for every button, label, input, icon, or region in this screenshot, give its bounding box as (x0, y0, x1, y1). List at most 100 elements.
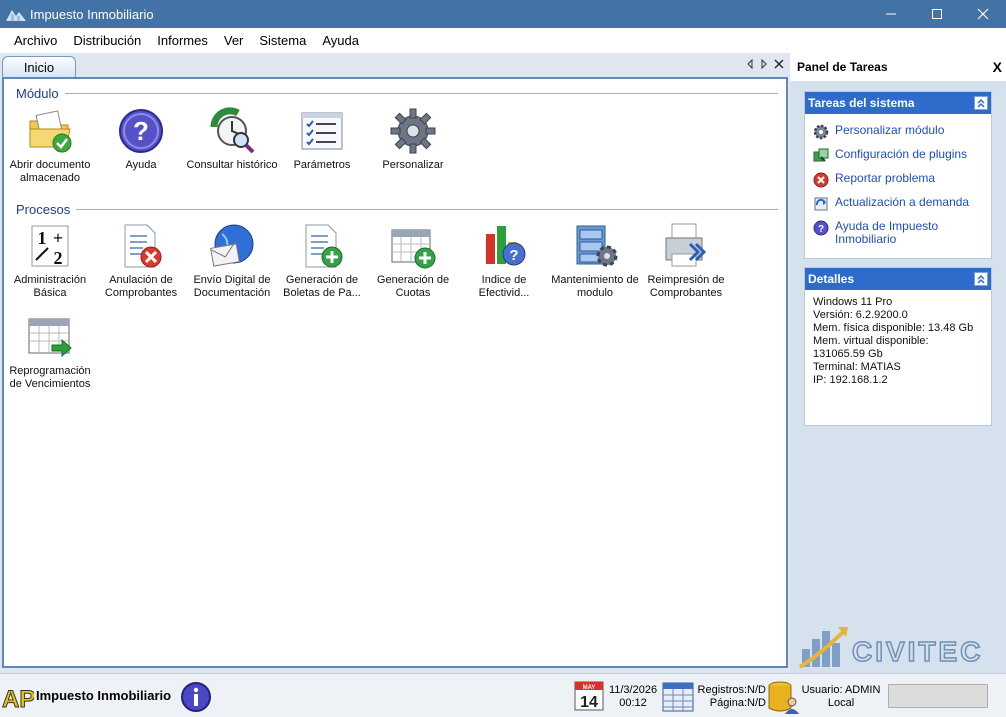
tile-administracion-basica[interactable]: 1 + 2 Administración Básica (4, 222, 96, 300)
tile-parametros[interactable]: Parámetros (276, 107, 368, 172)
update-icon (814, 197, 828, 211)
tile-anulacion-comprobantes[interactable]: Anulación de Comprobantes (95, 222, 187, 300)
tile-ayuda[interactable]: ? Ayuda (95, 107, 187, 172)
tile-label: Generación de Cuotas (376, 274, 450, 299)
document-add-icon (305, 224, 343, 268)
detalles-title: Detalles (808, 272, 855, 286)
task-panel: Panel de Tareas X Tareas del sistema Per… (790, 53, 1006, 673)
tile-mantenimiento-modulo[interactable]: Mantenimiento de modulo (549, 222, 641, 300)
history-clock-icon (210, 107, 255, 154)
tile-label: Mantenimiento de modulo (551, 274, 639, 299)
task-label: Reportar problema (835, 171, 936, 185)
section-modulo: Módulo (16, 85, 778, 101)
status-usuario: Usuario: ADMIN (801, 684, 881, 696)
task-panel-header: Panel de Tareas X (790, 53, 1006, 81)
close-window-button[interactable] (960, 0, 1006, 28)
tab-strip: Inicio (0, 55, 790, 78)
tile-label: Generación de Boletas de Pa... (283, 274, 361, 299)
calendar-day: 14 (580, 694, 598, 711)
svg-text:?: ? (509, 247, 518, 264)
status-records: Registros:N/D Página:N/D (694, 684, 766, 710)
status-ubicacion: Local (827, 697, 855, 709)
collapse-icon[interactable] (974, 96, 988, 110)
tile-label: Envío Digital de Documentación (193, 274, 271, 299)
info-icon[interactable] (180, 681, 212, 713)
menu-sistema[interactable]: Sistema (251, 28, 314, 53)
tile-envio-digital[interactable]: Envío Digital de Documentación (186, 222, 278, 300)
api-logo-text: APi (2, 686, 34, 712)
divider (76, 208, 778, 210)
printer-icon (665, 223, 707, 267)
task-personalizar-modulo[interactable]: Personalizar módulo (805, 120, 991, 144)
tareas-title: Tareas del sistema (808, 96, 915, 110)
document-area: Inicio Módulo Abrir documento almacenado (0, 53, 790, 673)
detalles-box-header[interactable]: Detalles (805, 268, 991, 290)
detail-virtual-memory-label: Mem. virtual disponible: (813, 335, 929, 347)
status-bar: APi Impuesto Inmobiliario MAY 14 11/3/20… (0, 673, 1006, 717)
calendar-icon: MAY 14 (574, 681, 604, 711)
tile-reprogramacion-vencimientos[interactable]: Reprogramación de Vencimientos (4, 313, 96, 391)
task-label: Ayuda de Impuesto Inmobiliario (835, 219, 939, 246)
task-label: Personalizar módulo (835, 123, 945, 137)
task-panel-title: Panel de Tareas (797, 60, 888, 74)
status-progress-box (888, 684, 988, 708)
tile-abrir-documento[interactable]: Abrir documento almacenado (4, 107, 96, 185)
tab-scroll-left-icon[interactable] (746, 59, 754, 69)
details-text: Windows 11 Pro Versión: 6.2.9200.0 Mem. … (805, 290, 991, 393)
tile-indice-efectividad[interactable]: ? Indice de Efectivid... (458, 222, 550, 300)
task-reportar-problema[interactable]: Reportar problema (805, 168, 991, 192)
numbers-icon: 1 + 2 (31, 225, 69, 268)
tab-inicio[interactable]: Inicio (2, 56, 76, 78)
help-icon: ? (119, 109, 163, 153)
status-registros: Registros:N/D (697, 684, 766, 696)
calendar-add-icon (391, 229, 436, 269)
tile-reimpresion-comprobantes[interactable]: Reimpresión de Comprobantes (640, 222, 732, 300)
tile-generacion-cuotas[interactable]: Generación de Cuotas (367, 222, 459, 300)
svg-text:2: 2 (54, 248, 63, 268)
tile-generacion-boletas[interactable]: Generación de Boletas de Pa... (276, 222, 368, 300)
tab-scroll-right-icon[interactable] (760, 59, 768, 69)
tile-label: Abrir documento almacenado (9, 159, 91, 184)
tile-label: Ayuda (125, 159, 157, 171)
collapse-icon[interactable] (974, 272, 988, 286)
cabinet-gear-icon (576, 225, 618, 267)
detail-ip: IP: 192.168.1.2 (813, 374, 888, 386)
gear-icon (390, 108, 436, 154)
task-label: Configuración de plugins (835, 147, 968, 161)
tile-consultar-historico[interactable]: Consultar histórico (186, 107, 278, 172)
tareas-box-header[interactable]: Tareas del sistema (805, 92, 991, 114)
records-grid-icon (662, 682, 694, 712)
database-user-icon (768, 681, 799, 714)
task-actualizacion-demanda[interactable]: Actualización a demanda (805, 192, 991, 216)
menu-distribucion[interactable]: Distribución (65, 28, 149, 53)
app-logo-icon (6, 10, 26, 21)
status-datetime: 11/3/2026 00:12 (606, 684, 660, 710)
document-cancel-icon (124, 224, 162, 268)
globe-mail-icon (210, 224, 254, 267)
tile-label: Indice de Efectivid... (478, 274, 530, 299)
svg-text:?: ? (818, 224, 824, 235)
window-title: Impuesto Inmobiliario (30, 6, 154, 22)
maximize-button[interactable] (914, 0, 960, 28)
detail-version: Versión: 6.2.9200.0 (813, 309, 908, 321)
minimize-button[interactable] (868, 0, 914, 28)
gear-icon (813, 124, 829, 140)
plugin-icon (813, 148, 829, 162)
menu-ayuda[interactable]: Ayuda (314, 28, 367, 53)
status-pagina: Página:N/D (709, 697, 766, 709)
tab-close-icon[interactable] (774, 59, 784, 69)
tile-label: Personalizar (382, 159, 444, 171)
tile-label: Anulación de Comprobantes (104, 274, 178, 299)
task-label: Actualización a demanda (835, 195, 970, 209)
civitec-logo: CIVITEC (798, 627, 981, 669)
menu-informes[interactable]: Informes (149, 28, 216, 53)
calendar-arrow-icon (28, 318, 72, 358)
menu-archivo[interactable]: Archivo (6, 28, 65, 53)
task-ayuda-impuesto[interactable]: ? Ayuda de Impuesto Inmobiliario (805, 216, 991, 250)
tile-personalizar[interactable]: Personalizar (367, 107, 459, 172)
task-panel-close-button[interactable]: X (993, 59, 1002, 75)
maximize-icon (932, 9, 942, 19)
menu-ver[interactable]: Ver (216, 28, 252, 53)
folder-check-icon (29, 110, 72, 153)
task-configuracion-plugins[interactable]: Configuración de plugins (805, 144, 991, 168)
